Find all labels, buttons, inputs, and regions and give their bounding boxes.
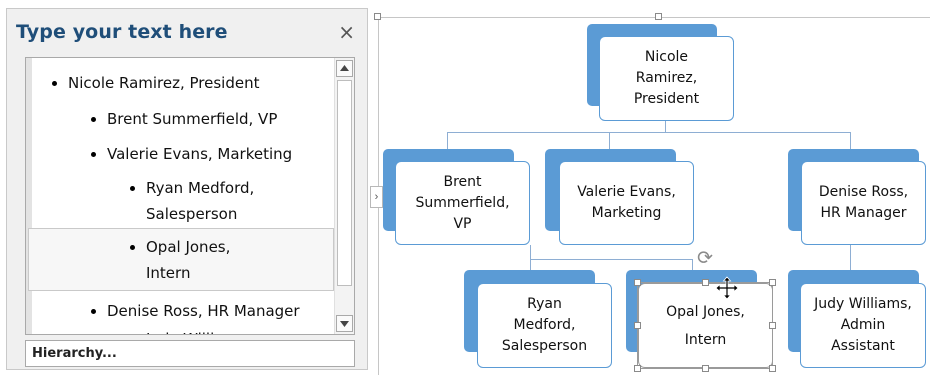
close-icon[interactable]: × [338, 22, 355, 42]
connector-line [530, 259, 693, 260]
connector-line [609, 132, 610, 149]
hierarchy-field[interactable]: Hierarchy... [25, 340, 355, 367]
rotate-handle-icon[interactable]: ⟳ [697, 249, 713, 268]
connector-line [530, 245, 531, 259]
frame-resize-handle[interactable] [374, 13, 381, 20]
resize-handle[interactable] [702, 365, 709, 372]
list-item[interactable]: Ryan Medford, Salesperson [130, 175, 254, 227]
connector-line [692, 259, 693, 270]
connector-line [850, 245, 851, 270]
resize-handle[interactable] [634, 279, 641, 286]
node-box[interactable]: Ryan Medford, Salesperson [477, 283, 612, 368]
text-pane: Type your text here × Nicole Ramirez, Pr… [6, 8, 368, 370]
bullet-icon [91, 309, 96, 314]
smartart-canvas[interactable]: › Nicole Ramirez, President Brent Summer… [370, 10, 930, 375]
bullet-icon [91, 152, 96, 157]
connector-line [447, 132, 850, 133]
bullet-icon [130, 245, 135, 250]
scroll-thumb[interactable] [337, 80, 352, 286]
node-box[interactable]: Denise Ross, HR Manager [801, 161, 926, 245]
scroll-down-icon[interactable] [336, 315, 353, 332]
list-item[interactable]: Opal Jones, Intern [130, 234, 230, 286]
connector-line [530, 259, 531, 270]
pane-title: Type your text here [16, 21, 228, 43]
connector-line [665, 121, 666, 132]
resize-handle[interactable] [769, 365, 776, 372]
scroll-up-icon[interactable] [336, 60, 353, 77]
node-box[interactable]: Valerie Evans, Marketing [559, 161, 694, 245]
list-item[interactable]: Brent Summerfield, VP [91, 106, 277, 132]
selection-frame [637, 282, 773, 369]
list-item[interactable]: Valerie Evans, Marketing [91, 141, 292, 167]
bullet-icon [52, 81, 57, 86]
resize-handle[interactable] [702, 279, 709, 286]
resize-handle[interactable] [634, 322, 641, 329]
list-gutter [26, 58, 32, 334]
resize-handle[interactable] [769, 279, 776, 286]
resize-handle[interactable] [769, 322, 776, 329]
vertical-scrollbar[interactable] [334, 58, 354, 334]
node-box[interactable]: Brent Summerfield, VP [395, 161, 530, 245]
move-cursor-icon [715, 276, 739, 303]
node-box[interactable]: Nicole Ramirez, President [599, 36, 734, 121]
connector-line [850, 132, 851, 149]
frame-resize-handle[interactable] [655, 13, 662, 20]
bullet-icon [130, 186, 135, 191]
bullet-icon [91, 117, 96, 122]
list-item[interactable]: Judy Willi... [146, 326, 229, 334]
frame-top-border [378, 17, 930, 18]
resize-handle[interactable] [634, 365, 641, 372]
expand-text-pane-icon[interactable]: › [370, 186, 383, 208]
list-item[interactable]: Nicole Ramirez, President [52, 70, 259, 96]
list-item[interactable]: Denise Ross, HR Manager [91, 298, 300, 324]
connector-line [447, 132, 448, 149]
bullet-list[interactable]: Nicole Ramirez, President Brent Summerfi… [25, 57, 355, 335]
node-box[interactable]: Judy Williams, Admin Assistant [800, 283, 926, 368]
